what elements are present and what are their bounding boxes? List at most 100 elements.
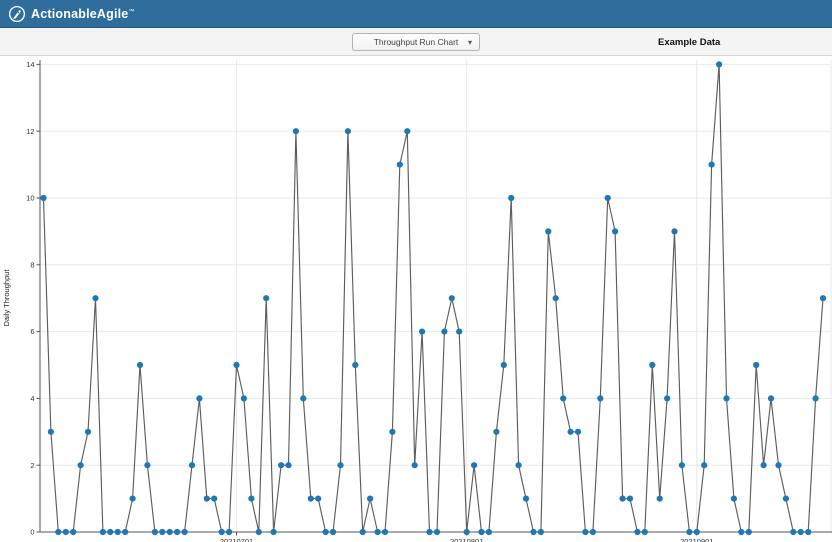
- data-point[interactable]: [308, 496, 314, 502]
- data-point[interactable]: [196, 395, 202, 401]
- data-point[interactable]: [100, 529, 106, 535]
- data-point[interactable]: [612, 228, 618, 234]
- data-point[interactable]: [627, 496, 633, 502]
- data-point[interactable]: [107, 529, 113, 535]
- data-point[interactable]: [152, 529, 158, 535]
- data-point[interactable]: [820, 295, 826, 301]
- data-point[interactable]: [590, 529, 596, 535]
- data-point[interactable]: [471, 462, 477, 468]
- data-point[interactable]: [323, 529, 329, 535]
- data-point[interactable]: [694, 529, 700, 535]
- data-point[interactable]: [464, 529, 470, 535]
- data-point[interactable]: [345, 128, 351, 134]
- data-point[interactable]: [211, 496, 217, 502]
- data-point[interactable]: [501, 362, 507, 368]
- data-point[interactable]: [493, 429, 499, 435]
- data-point[interactable]: [701, 462, 707, 468]
- data-point[interactable]: [723, 395, 729, 401]
- data-point[interactable]: [738, 529, 744, 535]
- data-point[interactable]: [426, 529, 432, 535]
- data-point[interactable]: [271, 529, 277, 535]
- data-point[interactable]: [508, 195, 514, 201]
- data-point[interactable]: [404, 128, 410, 134]
- data-point[interactable]: [813, 395, 819, 401]
- data-point[interactable]: [746, 529, 752, 535]
- data-point[interactable]: [575, 429, 581, 435]
- data-point[interactable]: [159, 529, 165, 535]
- data-point[interactable]: [686, 529, 692, 535]
- chart-type-dropdown[interactable]: Throughput Run Chart ▾: [352, 33, 480, 51]
- data-point[interactable]: [226, 529, 232, 535]
- data-point[interactable]: [130, 496, 136, 502]
- data-point[interactable]: [560, 395, 566, 401]
- data-point[interactable]: [375, 529, 381, 535]
- data-point[interactable]: [716, 61, 722, 67]
- data-point[interactable]: [204, 496, 210, 502]
- data-point[interactable]: [671, 228, 677, 234]
- data-point[interactable]: [300, 395, 306, 401]
- data-point[interactable]: [620, 496, 626, 502]
- data-point[interactable]: [486, 529, 492, 535]
- data-point[interactable]: [783, 496, 789, 502]
- data-point[interactable]: [516, 462, 522, 468]
- data-point[interactable]: [315, 496, 321, 502]
- data-point[interactable]: [78, 462, 84, 468]
- data-point[interactable]: [241, 395, 247, 401]
- data-point[interactable]: [330, 529, 336, 535]
- data-point[interactable]: [582, 529, 588, 535]
- data-point[interactable]: [634, 529, 640, 535]
- data-point[interactable]: [649, 362, 655, 368]
- data-point[interactable]: [122, 529, 128, 535]
- data-point[interactable]: [278, 462, 284, 468]
- data-point[interactable]: [449, 295, 455, 301]
- data-point[interactable]: [233, 362, 239, 368]
- data-point[interactable]: [182, 529, 188, 535]
- data-point[interactable]: [248, 496, 254, 502]
- data-point[interactable]: [530, 529, 536, 535]
- data-point[interactable]: [790, 529, 796, 535]
- data-point[interactable]: [419, 329, 425, 335]
- data-point[interactable]: [219, 529, 225, 535]
- data-point[interactable]: [189, 462, 195, 468]
- data-point[interactable]: [456, 329, 462, 335]
- data-point[interactable]: [144, 462, 150, 468]
- data-point[interactable]: [605, 195, 611, 201]
- data-point[interactable]: [709, 162, 715, 168]
- data-point[interactable]: [679, 462, 685, 468]
- data-point[interactable]: [263, 295, 269, 301]
- data-point[interactable]: [412, 462, 418, 468]
- data-point[interactable]: [798, 529, 804, 535]
- data-point[interactable]: [775, 462, 781, 468]
- data-point[interactable]: [382, 529, 388, 535]
- data-point[interactable]: [761, 462, 767, 468]
- data-point[interactable]: [568, 429, 574, 435]
- data-point[interactable]: [167, 529, 173, 535]
- data-point[interactable]: [285, 462, 291, 468]
- data-point[interactable]: [642, 529, 648, 535]
- data-point[interactable]: [434, 529, 440, 535]
- data-point[interactable]: [293, 128, 299, 134]
- data-point[interactable]: [478, 529, 484, 535]
- data-point[interactable]: [367, 496, 373, 502]
- data-point[interactable]: [657, 496, 663, 502]
- data-point[interactable]: [352, 362, 358, 368]
- data-point[interactable]: [538, 529, 544, 535]
- data-point[interactable]: [360, 529, 366, 535]
- data-point[interactable]: [545, 228, 551, 234]
- data-point[interactable]: [397, 162, 403, 168]
- data-point[interactable]: [174, 529, 180, 535]
- data-point[interactable]: [337, 462, 343, 468]
- data-point[interactable]: [768, 395, 774, 401]
- data-point[interactable]: [92, 295, 98, 301]
- data-point[interactable]: [70, 529, 76, 535]
- data-point[interactable]: [256, 529, 262, 535]
- data-point[interactable]: [597, 395, 603, 401]
- data-point[interactable]: [48, 429, 54, 435]
- data-point[interactable]: [40, 195, 46, 201]
- data-point[interactable]: [115, 529, 121, 535]
- data-point[interactable]: [389, 429, 395, 435]
- data-point[interactable]: [523, 496, 529, 502]
- data-point[interactable]: [85, 429, 91, 435]
- data-point[interactable]: [441, 329, 447, 335]
- data-point[interactable]: [731, 496, 737, 502]
